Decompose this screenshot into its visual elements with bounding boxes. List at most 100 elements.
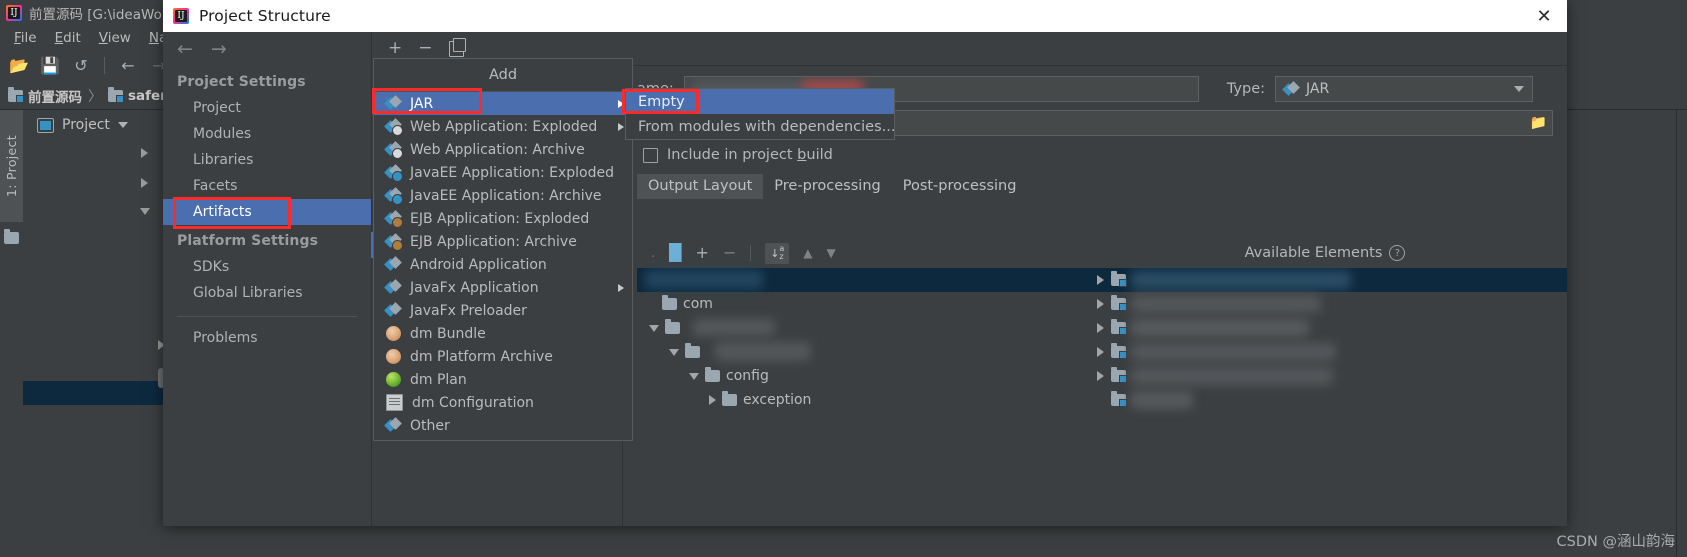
include-in-build-row[interactable]: Include in project build xyxy=(623,142,1567,171)
open-folder-icon[interactable]: 📂 xyxy=(6,54,32,78)
move-down-button[interactable]: ▼ xyxy=(827,247,836,259)
breadcrumb-item-0[interactable]: 前置源码 xyxy=(8,86,82,106)
create-archive-icon[interactable]: █ xyxy=(669,245,681,261)
chevron-right-icon[interactable] xyxy=(1097,347,1104,357)
back-arrow-icon[interactable]: ← xyxy=(177,39,193,59)
ide-window-title: 前置源码 [G:\ideaWor xyxy=(29,7,168,23)
menu-item-javafx-preloader[interactable]: JavaFx Preloader xyxy=(374,299,632,322)
folder-icon xyxy=(665,319,680,334)
submenu-item-from-modules-with-dependencies[interactable]: From modules with dependencies... xyxy=(626,114,895,139)
menu-item-web-application-archive[interactable]: Web Application: Archive xyxy=(374,138,632,161)
chevron-right-icon[interactable] xyxy=(1097,275,1104,285)
sidebar-item-global-libraries[interactable]: Global Libraries xyxy=(163,280,371,306)
help-icon[interactable]: ? xyxy=(1389,245,1406,261)
save-icon[interactable]: 💾 xyxy=(37,54,63,78)
module-folder-icon xyxy=(1111,319,1127,335)
remove-element-button[interactable]: − xyxy=(723,245,736,261)
available-element-row-5[interactable] xyxy=(1083,388,1567,412)
browse-folder-icon[interactable]: 📁 xyxy=(1529,114,1548,131)
back-arrow-icon[interactable]: ← xyxy=(115,54,141,78)
chevron-down-icon[interactable] xyxy=(1514,86,1525,92)
tool-window-strip: 1: Project xyxy=(0,110,24,557)
sidebar-item-libraries[interactable]: Libraries xyxy=(163,147,371,173)
menu-item-javaee-application-archive[interactable]: JavaEE Application: Archive xyxy=(374,184,632,207)
chevron-down-icon[interactable] xyxy=(117,122,128,128)
menu-view[interactable]: View xyxy=(91,28,139,48)
output-tree-row-3[interactable] xyxy=(637,340,1083,364)
sidebar-item-project-toolwindow[interactable]: 1: Project xyxy=(0,110,23,222)
artifact-type-combo[interactable]: JAR xyxy=(1275,76,1534,102)
available-element-row-2[interactable] xyxy=(1083,316,1567,340)
menu-item-dm-bundle[interactable]: dm Bundle xyxy=(374,322,632,345)
chevron-right-icon[interactable] xyxy=(141,148,148,158)
menu-item-dm-platform-archive[interactable]: dm Platform Archive xyxy=(374,345,632,368)
move-up-button[interactable]: ▲ xyxy=(803,247,812,259)
chevron-right-icon[interactable] xyxy=(709,395,716,405)
output-tree-row-2[interactable] xyxy=(637,316,1083,340)
tree-row[interactable] xyxy=(140,208,150,215)
output-tree-row-1[interactable]: com xyxy=(637,292,1083,316)
tree-row[interactable] xyxy=(141,178,148,188)
nav-group-project-settings-title: Project Settings xyxy=(177,74,306,90)
available-elements-pane: Available Elements ? xyxy=(1083,238,1567,526)
sort-alphabetically-icon[interactable]: ↓ a z xyxy=(765,242,790,264)
tree-row[interactable] xyxy=(141,148,148,158)
tab-pre-processing[interactable]: Pre-processing xyxy=(763,174,891,199)
output-layout-toolbar: . █ + − ↓ a z ▲ ▼ xyxy=(637,238,1083,268)
available-element-row-0[interactable] xyxy=(1083,268,1567,292)
project-tree-selected-row[interactable] xyxy=(23,381,167,405)
chevron-right-icon[interactable] xyxy=(1097,323,1104,333)
add-artifact-button[interactable]: + xyxy=(388,40,402,57)
menu-item-web-application-exploded[interactable]: Web Application: Exploded xyxy=(374,115,632,138)
menu-item-dm-plan[interactable]: dm Plan xyxy=(374,368,632,391)
forward-arrow-icon[interactable]: → xyxy=(211,39,227,59)
output-tree-row-5[interactable]: exception xyxy=(637,388,1083,412)
chevron-down-icon[interactable] xyxy=(689,372,699,380)
output-layout-panel: . █ + − ↓ a z ▲ ▼ com config exception A… xyxy=(637,238,1567,526)
sync-icon[interactable]: ↺ xyxy=(68,54,94,78)
menu-item-other[interactable]: Other xyxy=(374,414,632,437)
breadcrumb-separator: 〉 xyxy=(88,88,102,105)
tab-post-processing[interactable]: Post-processing xyxy=(892,174,1028,199)
menu-item-javaee-application-exploded-label: JavaEE Application: Exploded xyxy=(410,164,614,181)
tab-output-layout[interactable]: Output Layout xyxy=(637,174,764,199)
menu-item-other-label: Other xyxy=(410,417,450,434)
menu-item-ejb-application-archive[interactable]: EJB Application: Archive xyxy=(374,230,632,253)
menu-edit[interactable]: Edit xyxy=(47,28,89,48)
add-element-button[interactable]: + xyxy=(695,245,708,261)
menu-item-jar[interactable]: JAR xyxy=(374,92,632,115)
available-element-row-4[interactable] xyxy=(1083,364,1567,388)
sidebar-item-modules[interactable]: Modules xyxy=(163,121,371,147)
sidebar-item-artifacts[interactable]: Artifacts xyxy=(163,199,371,225)
redacted-element-label xyxy=(1131,367,1333,385)
sidebar-item-facets[interactable]: Facets xyxy=(163,173,371,199)
menu-item-dm-configuration[interactable]: dm Configuration xyxy=(374,391,632,414)
submenu-item-empty[interactable]: Empty xyxy=(626,89,894,114)
sidebar-item-problems[interactable]: Problems xyxy=(163,325,371,351)
output-tree-row-0[interactable] xyxy=(637,268,1083,292)
sidebar-item-sdks[interactable]: SDKs xyxy=(163,254,371,280)
chevron-down-icon[interactable] xyxy=(649,324,659,332)
available-element-row-3[interactable] xyxy=(1083,340,1567,364)
copy-artifact-icon[interactable] xyxy=(448,37,466,57)
menu-item-javaee-application-exploded[interactable]: JavaEE Application: Exploded xyxy=(374,161,632,184)
project-panel-label: Project xyxy=(62,117,110,133)
chevron-right-icon[interactable] xyxy=(1097,299,1104,309)
sidebar-item-project[interactable]: Project xyxy=(163,95,371,121)
output-tree-row-4[interactable]: config xyxy=(637,364,1083,388)
menu-file[interactable]: File xyxy=(6,28,45,48)
menu-item-ejb-application-exploded[interactable]: EJB Application: Exploded xyxy=(374,207,632,230)
close-icon[interactable]: ✕ xyxy=(1529,1,1559,31)
jar-artifact-icon xyxy=(386,96,401,111)
menu-item-android-application[interactable]: Android Application xyxy=(374,253,632,276)
chevron-right-icon[interactable] xyxy=(141,178,148,188)
include-in-build-checkbox[interactable] xyxy=(643,147,658,163)
chevron-down-icon[interactable] xyxy=(140,208,150,215)
dm-configuration-icon xyxy=(386,394,403,411)
menu-item-javafx-application[interactable]: JavaFx Application xyxy=(374,276,632,299)
available-element-row-1[interactable] xyxy=(1083,292,1567,316)
redacted-element-label xyxy=(1131,271,1351,289)
chevron-down-icon[interactable] xyxy=(669,348,679,356)
chevron-right-icon[interactable] xyxy=(1097,371,1104,381)
remove-artifact-button[interactable]: − xyxy=(418,40,432,57)
